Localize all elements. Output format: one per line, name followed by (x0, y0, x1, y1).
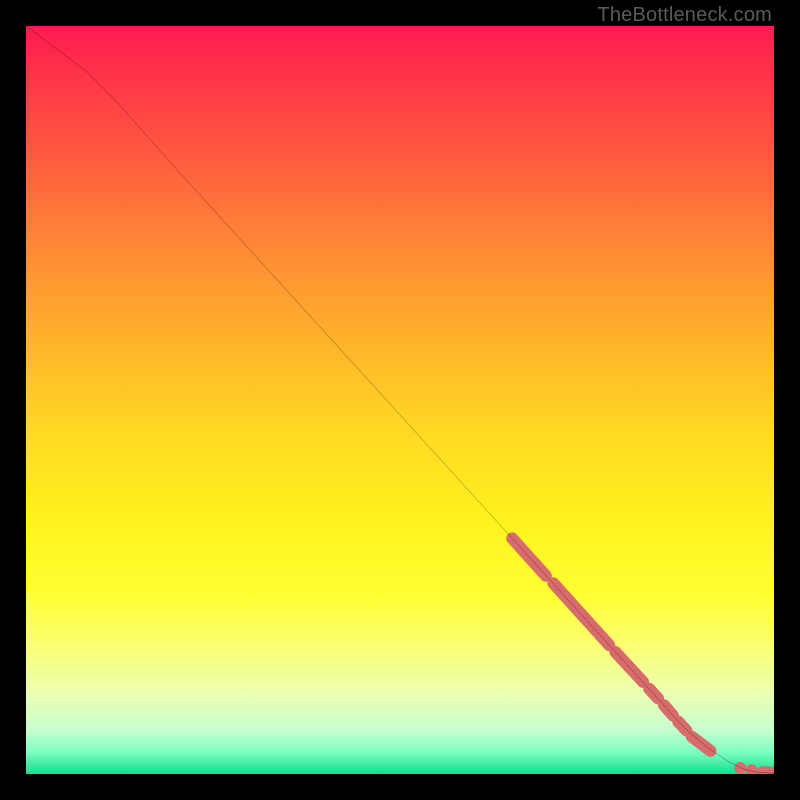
watermark-text: TheBottleneck.com (597, 4, 772, 27)
chart-svg-layer (26, 26, 774, 774)
marker-segment (678, 722, 686, 731)
marker-segment (692, 737, 711, 751)
bottleneck-curve (26, 26, 774, 773)
marker-group (512, 538, 774, 774)
marker-dot (746, 764, 758, 774)
marker-segment (649, 689, 658, 699)
marker-dot (734, 762, 746, 774)
chart-frame: TheBottleneck.com (0, 0, 800, 800)
plot-area (26, 26, 774, 774)
